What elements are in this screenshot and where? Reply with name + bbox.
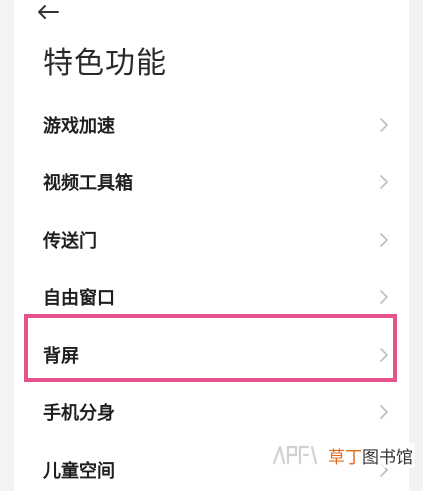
list-item-video-toolbox[interactable]: 视频工具箱 xyxy=(0,154,423,212)
list-item-game-boost[interactable]: 游戏加速 xyxy=(0,96,423,154)
chevron-right-icon xyxy=(380,405,388,420)
list-item-label: 自由窗口 xyxy=(43,288,115,310)
list-item-label: 游戏加速 xyxy=(43,115,115,137)
back-button[interactable] xyxy=(36,0,76,24)
arrow-left-icon xyxy=(38,5,59,19)
list-item-label: 儿童空间 xyxy=(43,460,115,482)
chevron-right-icon xyxy=(380,175,388,190)
list-item-label: 手机分身 xyxy=(43,403,115,425)
list-item-label: 背屏 xyxy=(43,345,79,367)
watermark-logo-icon xyxy=(272,445,318,465)
list-item-dual-apps[interactable]: 手机分身 xyxy=(0,384,423,442)
chevron-right-icon xyxy=(380,347,388,362)
chevron-right-icon xyxy=(380,232,388,247)
list-item-rear-screen[interactable]: 背屏 xyxy=(0,326,423,384)
page-title: 特色功能 xyxy=(43,46,167,81)
chevron-right-icon xyxy=(380,117,388,132)
list-item-label: 视频工具箱 xyxy=(43,173,133,195)
chevron-right-icon xyxy=(380,290,388,305)
watermark-rest-text: 图书馆 xyxy=(362,447,413,468)
watermark: 草丁图书馆 xyxy=(270,441,415,469)
settings-list: 游戏加速 视频工具箱 传送门 自由窗口 背屏 手机分身 儿童空间 xyxy=(0,96,423,499)
list-item-free-window[interactable]: 自由窗口 xyxy=(0,269,423,327)
watermark-text: 草丁图书馆 xyxy=(326,442,415,468)
list-item-label: 传送门 xyxy=(43,230,97,252)
watermark-accent-text: 草丁 xyxy=(328,447,362,468)
list-item-portal[interactable]: 传送门 xyxy=(0,211,423,269)
